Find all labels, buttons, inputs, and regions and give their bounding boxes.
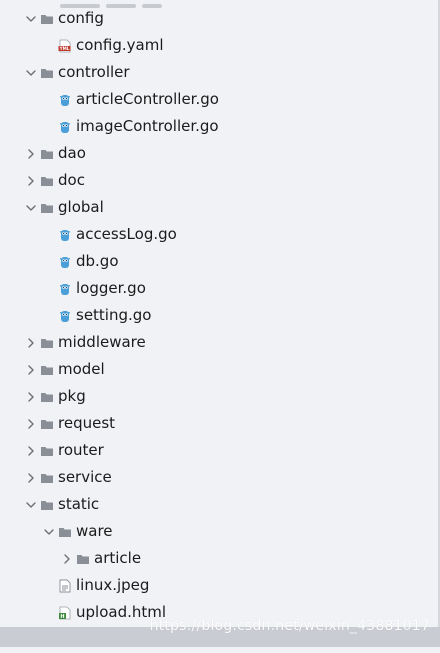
folder-icon bbox=[40, 201, 54, 215]
tree-item-label: config.yaml bbox=[76, 36, 164, 54]
go-file-icon bbox=[58, 93, 72, 107]
chevron-right-icon[interactable] bbox=[22, 383, 40, 410]
tree-item-label: global bbox=[58, 198, 104, 216]
chevron-right-icon[interactable] bbox=[58, 545, 76, 572]
tree-item-label: middleware bbox=[58, 333, 146, 351]
chevron-down-icon[interactable] bbox=[22, 5, 40, 32]
tree-item-label: imageController.go bbox=[76, 117, 219, 135]
tree-folder-service[interactable]: service bbox=[0, 464, 436, 491]
go-file-icon bbox=[58, 309, 72, 323]
watermark-text: https://blog.csdn.net/weixin_43881017 bbox=[149, 618, 430, 634]
tree-folder-middleware[interactable]: middleware bbox=[0, 329, 436, 356]
folder-icon bbox=[40, 174, 54, 188]
tree-file-articleController-go[interactable]: articleController.go bbox=[0, 86, 436, 113]
tree-file-accessLog-go[interactable]: accessLog.go bbox=[0, 221, 436, 248]
yaml-file-icon: YML bbox=[58, 39, 72, 53]
cut-off-header bbox=[60, 0, 240, 8]
folder-icon bbox=[40, 363, 54, 377]
go-file-icon bbox=[58, 228, 72, 242]
tree-item-label: article bbox=[94, 549, 142, 567]
svg-text:YML: YML bbox=[59, 46, 70, 51]
chevron-right-icon[interactable] bbox=[22, 329, 40, 356]
tree-item-label: db.go bbox=[76, 252, 119, 270]
tree-file-imageController-go[interactable]: imageController.go bbox=[0, 113, 436, 140]
folder-icon bbox=[40, 390, 54, 404]
svg-text:H: H bbox=[60, 614, 64, 620]
tree-item-label: setting.go bbox=[76, 306, 152, 324]
tree-file-setting-go[interactable]: setting.go bbox=[0, 302, 436, 329]
tree-item-label: accessLog.go bbox=[76, 225, 177, 243]
tree-file-config-yaml[interactable]: YML config.yaml bbox=[0, 32, 436, 59]
html-file-icon: H bbox=[58, 606, 72, 620]
tree-item-label: controller bbox=[58, 63, 130, 81]
tree-folder-request[interactable]: request bbox=[0, 410, 436, 437]
folder-icon bbox=[40, 336, 54, 350]
folder-icon bbox=[40, 417, 54, 431]
folder-icon bbox=[40, 498, 54, 512]
chevron-right-icon[interactable] bbox=[22, 410, 40, 437]
tree-item-label: articleController.go bbox=[76, 90, 219, 108]
project-file-tree: config YML config.yaml controller articleCon… bbox=[0, 0, 440, 648]
chevron-right-icon[interactable] bbox=[22, 140, 40, 167]
tree-item-label: pkg bbox=[58, 387, 86, 405]
chevron-down-icon[interactable] bbox=[22, 59, 40, 86]
tree-item-label: static bbox=[58, 495, 100, 513]
tree-item-label: config bbox=[58, 9, 104, 27]
tree-folder-router[interactable]: router bbox=[0, 437, 436, 464]
tree-folder-global[interactable]: global bbox=[0, 194, 436, 221]
tree-item-label: service bbox=[58, 468, 112, 486]
tree-item-label: model bbox=[58, 360, 105, 378]
tree-file-db-go[interactable]: db.go bbox=[0, 248, 436, 275]
tree-folder-article[interactable]: article bbox=[0, 545, 436, 572]
chevron-right-icon[interactable] bbox=[22, 167, 40, 194]
tree-item-label: request bbox=[58, 414, 116, 432]
tree-file-logger-go[interactable]: logger.go bbox=[0, 275, 436, 302]
folder-icon bbox=[40, 444, 54, 458]
folder-icon bbox=[40, 471, 54, 485]
tree-item-label: linux.jpeg bbox=[76, 576, 150, 594]
chevron-right-icon[interactable] bbox=[22, 356, 40, 383]
tree-item-label: doc bbox=[58, 171, 85, 189]
chevron-right-icon[interactable] bbox=[22, 464, 40, 491]
chevron-down-icon[interactable] bbox=[40, 518, 58, 545]
go-file-icon bbox=[58, 120, 72, 134]
tree-item-label: logger.go bbox=[76, 279, 146, 297]
folder-icon bbox=[76, 552, 90, 566]
tree-folder-ware[interactable]: ware bbox=[0, 518, 436, 545]
tree-folder-config[interactable]: config bbox=[0, 5, 436, 32]
tree-folder-dao[interactable]: dao bbox=[0, 140, 436, 167]
folder-icon bbox=[40, 147, 54, 161]
image-file-icon bbox=[58, 579, 72, 593]
tree-folder-model[interactable]: model bbox=[0, 356, 436, 383]
tree-folder-static[interactable]: static bbox=[0, 491, 436, 518]
folder-icon bbox=[58, 525, 72, 539]
tree-folder-pkg[interactable]: pkg bbox=[0, 383, 436, 410]
chevron-down-icon[interactable] bbox=[22, 491, 40, 518]
go-file-icon bbox=[58, 282, 72, 296]
tree-file-linux-jpeg[interactable]: linux.jpeg bbox=[0, 572, 436, 599]
tree-folder-doc[interactable]: doc bbox=[0, 167, 436, 194]
folder-icon bbox=[40, 66, 54, 80]
folder-icon bbox=[40, 12, 54, 26]
tree-folder-controller[interactable]: controller bbox=[0, 59, 436, 86]
go-file-icon bbox=[58, 255, 72, 269]
chevron-right-icon[interactable] bbox=[22, 437, 40, 464]
chevron-down-icon[interactable] bbox=[22, 194, 40, 221]
tree-item-label: dao bbox=[58, 144, 86, 162]
tree-item-label: router bbox=[58, 441, 104, 459]
tree-item-label: ware bbox=[76, 522, 113, 540]
